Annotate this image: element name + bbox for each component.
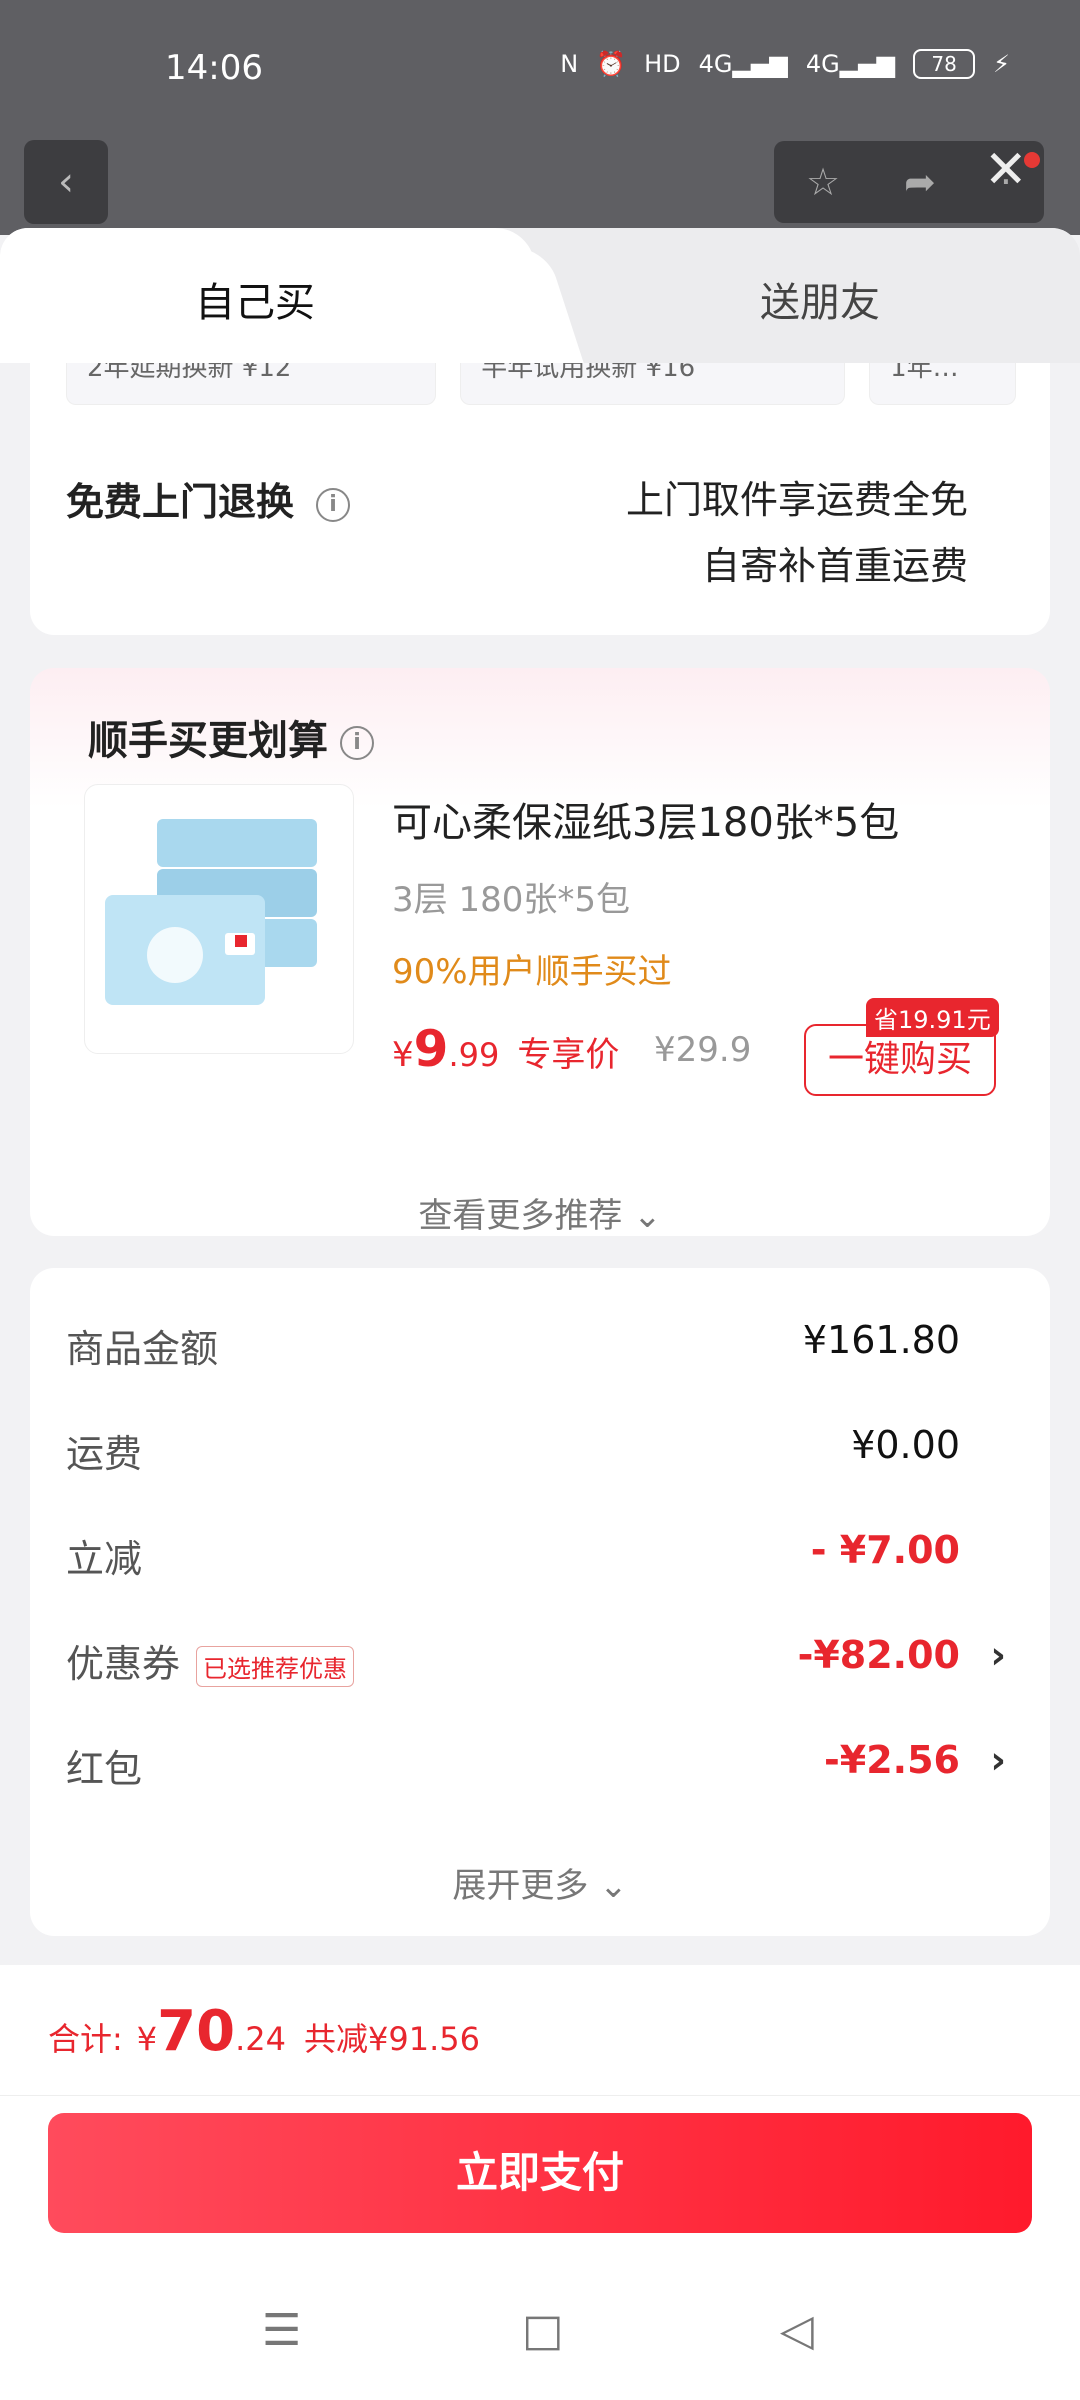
status-time: 14:06 bbox=[165, 48, 263, 88]
status-icons: N ⏰ HD 4G▂▄▆ 4G▂▄▆ 78 ⚡ bbox=[560, 48, 1010, 80]
service-chips: 2年延期换新 ¥12 半年试用换新 ¥16 1年… bbox=[66, 363, 1016, 405]
chevron-down-icon: ⌄ bbox=[633, 1196, 662, 1236]
share-icon[interactable]: ➦ bbox=[904, 160, 936, 204]
close-icon[interactable]: ✕ bbox=[984, 140, 1028, 200]
status-bar: 14:06 N ⏰ HD 4G▂▄▆ 4G▂▄▆ 78 ⚡ bbox=[0, 0, 1080, 135]
chevron-down-icon: ⌄ bbox=[599, 1866, 628, 1906]
summary-row: 立减 - ¥7.00 bbox=[66, 1528, 960, 1581]
product-spec: 3层 180张*5包 bbox=[392, 880, 630, 920]
savings-badge: 省19.91元 bbox=[866, 998, 999, 1037]
back-button[interactable]: ‹ bbox=[24, 140, 108, 224]
info-icon[interactable]: i bbox=[340, 726, 374, 760]
service-card: 2年延期换新 ¥12 半年试用换新 ¥16 1年… 免费上门退换 i 上门取件享运… bbox=[30, 363, 1050, 635]
tab-self-label: 自己买 bbox=[195, 280, 315, 326]
info-icon[interactable]: i bbox=[316, 487, 351, 522]
notification-dot bbox=[1024, 152, 1040, 168]
tab-self[interactable]: 自己买 bbox=[0, 228, 535, 363]
product-price: ¥ 9 .99 专享价 bbox=[392, 1020, 620, 1078]
summary-row: 商品金额 ¥161.80 bbox=[66, 1318, 960, 1371]
price-summary-card: 商品金额 ¥161.80 运费 ¥0.00 立减 - ¥7.00 优惠券 已选推荐… bbox=[30, 1268, 1050, 1936]
top-bar: ‹ ☆ ➦ · bbox=[0, 135, 1080, 235]
addon-card: 顺手买更划算 i 可心柔保湿纸3层180张*5包 3层 180张*5包 90%用户… bbox=[30, 668, 1050, 1236]
return-description: 上门取件享运费全免 自寄补首重运费 bbox=[625, 478, 968, 588]
pay-now-button[interactable]: 立即支付 bbox=[48, 2113, 1032, 2233]
total-amount: 合计: ¥ 70 .24 共减¥91.56 bbox=[48, 1999, 480, 2064]
expand-more[interactable]: 展开更多 ⌄ bbox=[30, 1858, 1050, 1907]
alarm-icon: ⏰ bbox=[596, 50, 627, 78]
signal-4g-icon: 4G▂▄▆ bbox=[805, 50, 896, 78]
service-chip[interactable]: 2年延期换新 ¥12 bbox=[66, 363, 437, 405]
service-chip[interactable]: 1年… bbox=[869, 363, 1016, 405]
original-price: ¥29.9 bbox=[654, 1030, 752, 1070]
return-title: 免费上门退换 i bbox=[66, 471, 351, 526]
product-image[interactable] bbox=[84, 784, 354, 1054]
menu-icon[interactable]: ☰ bbox=[262, 2305, 301, 2356]
chevron-right-icon: › bbox=[990, 1738, 1006, 1782]
chevron-left-icon: ‹ bbox=[58, 159, 74, 205]
star-icon[interactable]: ☆ bbox=[806, 160, 840, 204]
red-packet-row[interactable]: 红包 -¥2.56 › bbox=[66, 1738, 1042, 1798]
more-recommendations[interactable]: 查看更多推荐 ⌄ bbox=[30, 1188, 1050, 1237]
charging-icon: ⚡ bbox=[993, 50, 1010, 78]
checkout-footer: 合计: ¥ 70 .24 共减¥91.56 立即支付 ☰ □ ◁ bbox=[0, 1965, 1080, 2400]
battery-icon: 78 bbox=[913, 49, 976, 79]
coupon-row[interactable]: 优惠券 已选推荐优惠 -¥82.00 › bbox=[66, 1633, 1042, 1693]
divider bbox=[0, 2095, 1080, 2096]
coupon-tag: 已选推荐优惠 bbox=[196, 1646, 355, 1687]
nfc-icon: N bbox=[560, 50, 579, 78]
back-triangle-icon[interactable]: ◁ bbox=[780, 2305, 814, 2356]
system-nav-bar: ☰ □ ◁ bbox=[0, 2265, 1080, 2400]
signal-4g-icon: 4G▂▄▆ bbox=[698, 50, 788, 78]
tab-bar: 送朋友 自己买 bbox=[0, 228, 1080, 363]
hd-icon: HD bbox=[644, 50, 681, 78]
summary-row: 运费 ¥0.00 bbox=[66, 1423, 960, 1476]
product-hint: 90%用户顺手买过 bbox=[392, 952, 672, 992]
addon-title: 顺手买更划算 i bbox=[88, 708, 374, 766]
service-chip[interactable]: 半年试用换新 ¥16 bbox=[460, 363, 846, 405]
chevron-right-icon: › bbox=[990, 1633, 1006, 1677]
home-square-icon[interactable]: □ bbox=[522, 2305, 564, 2356]
tab-gift-label: 送朋友 bbox=[760, 280, 880, 326]
product-name[interactable]: 可心柔保湿纸3层180张*5包 bbox=[392, 790, 899, 848]
